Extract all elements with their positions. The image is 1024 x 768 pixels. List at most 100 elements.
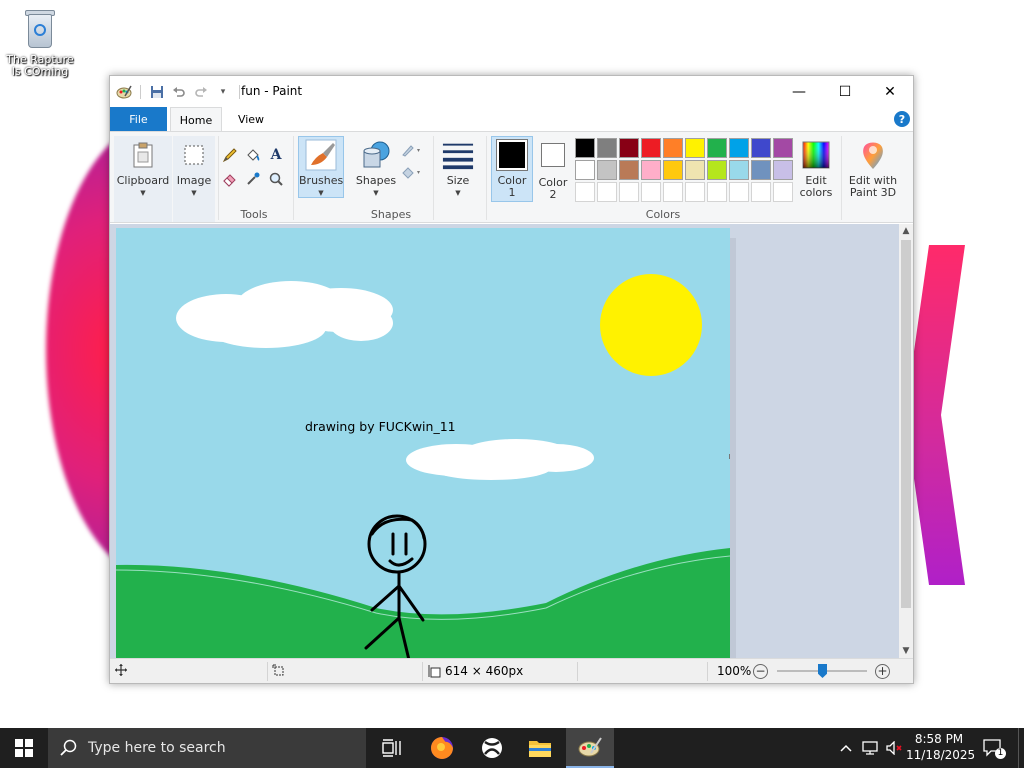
redo-icon[interactable] — [193, 84, 209, 100]
color-picker-icon[interactable] — [243, 169, 263, 189]
image-button[interactable]: Image ▼ — [173, 136, 215, 222]
palette-swatch[interactable] — [707, 160, 727, 180]
save-icon[interactable] — [149, 84, 165, 100]
taskbar-paint[interactable] — [566, 728, 614, 768]
palette-swatch[interactable] — [619, 160, 639, 180]
palette-swatch[interactable] — [575, 138, 595, 158]
palette-swatch[interactable] — [597, 138, 617, 158]
start-button[interactable] — [0, 728, 48, 768]
edit-with-paint3d-button[interactable]: Edit with Paint 3D — [846, 136, 900, 202]
palette-swatch[interactable] — [597, 160, 617, 180]
outline-icon[interactable] — [400, 140, 424, 160]
custom-color-slot[interactable] — [641, 182, 661, 202]
custom-color-slot[interactable] — [685, 182, 705, 202]
system-clock[interactable]: 8:58 PM 11/18/2025 — [906, 731, 976, 763]
ribbon-separator — [486, 136, 487, 220]
scrollbar-thumb[interactable] — [901, 240, 911, 608]
fill-bucket-icon[interactable] — [243, 145, 263, 165]
canvas-caption: drawing by FUCKwin_11 — [305, 419, 456, 434]
clock-date: 11/18/2025 — [906, 748, 976, 762]
desktop-icon-recycle-bin[interactable]: The Rapture Is COming — [2, 8, 78, 78]
custom-color-slot[interactable] — [751, 182, 771, 202]
eraser-icon[interactable] — [220, 169, 240, 189]
pencil-icon[interactable] — [220, 145, 240, 165]
minimize-button[interactable]: — — [776, 76, 822, 107]
palette-swatch[interactable] — [729, 138, 749, 158]
palette-swatch[interactable] — [729, 160, 749, 180]
palette-swatch[interactable] — [619, 138, 639, 158]
taskbar-xbox[interactable] — [468, 728, 516, 768]
tab-home[interactable]: Home — [170, 107, 222, 132]
palette-swatch[interactable] — [685, 160, 705, 180]
palette-swatch[interactable] — [773, 138, 793, 158]
notifications-button[interactable]: 1 — [978, 728, 1008, 768]
task-view-button[interactable] — [368, 728, 416, 768]
color2-button[interactable]: Color 2 — [534, 136, 572, 202]
brushes-button[interactable]: Brushes ▼ — [298, 136, 344, 198]
palette-swatch[interactable] — [663, 138, 683, 158]
zoom-in-button[interactable]: + — [875, 664, 890, 679]
help-icon[interactable]: ? — [894, 111, 910, 127]
maximize-button[interactable]: ☐ — [822, 76, 868, 107]
xbox-icon — [482, 738, 502, 758]
selection-size-icon — [272, 664, 285, 677]
undo-icon[interactable] — [171, 84, 187, 100]
palette-swatch[interactable] — [751, 138, 771, 158]
palette-swatch[interactable] — [641, 138, 661, 158]
clipboard-icon — [127, 139, 159, 171]
palette-swatch[interactable] — [663, 160, 683, 180]
taskbar-file-explorer[interactable] — [516, 728, 564, 768]
tab-view[interactable]: View — [228, 107, 274, 131]
close-button[interactable]: ✕ — [867, 76, 913, 107]
custom-color-slot[interactable] — [729, 182, 749, 202]
show-hidden-icons-button[interactable] — [836, 728, 856, 768]
network-button[interactable] — [860, 728, 882, 768]
shapes-button[interactable]: Shapes ▼ — [353, 136, 399, 198]
status-separator — [707, 662, 708, 681]
color1-button[interactable]: Color 1 — [491, 136, 533, 202]
shapes-label: Shapes — [355, 174, 397, 187]
scroll-up-icon[interactable]: ▲ — [899, 224, 913, 238]
customize-qat-icon[interactable]: ▾ — [215, 84, 231, 100]
show-desktop-button[interactable] — [1018, 728, 1024, 768]
drawing-canvas[interactable]: drawing by FUCKwin_11 — [116, 228, 730, 658]
fill-icon[interactable] — [400, 162, 424, 182]
size-button[interactable]: Size ▼ — [438, 136, 478, 198]
tools-group-label: Tools — [240, 208, 268, 221]
tab-file[interactable]: File — [110, 107, 167, 131]
custom-color-slot[interactable] — [575, 182, 595, 202]
color2-number: 2 — [549, 188, 557, 201]
color1-swatch — [496, 139, 528, 171]
palette-swatch[interactable] — [751, 160, 771, 180]
text-tool-icon[interactable]: A — [266, 145, 286, 165]
zoom-out-button[interactable]: − — [753, 664, 768, 679]
taskbar-firefox[interactable] — [418, 728, 466, 768]
volume-button[interactable] — [884, 728, 906, 768]
palette-swatch[interactable] — [685, 138, 705, 158]
palette-swatch[interactable] — [707, 138, 727, 158]
custom-color-slot[interactable] — [663, 182, 683, 202]
custom-color-slot[interactable] — [597, 182, 617, 202]
recycle-bin-icon — [23, 8, 57, 50]
color1-number: 1 — [508, 186, 516, 199]
scroll-down-icon[interactable]: ▼ — [899, 644, 913, 658]
status-bar: 614 × 460px 100% − + — [110, 658, 913, 683]
line-size-icon — [442, 139, 474, 171]
status-separator — [577, 662, 578, 681]
palette-swatch[interactable] — [773, 160, 793, 180]
zoom-slider-thumb[interactable] — [818, 664, 827, 678]
paint-app-icon — [578, 737, 602, 757]
magnifier-icon[interactable] — [266, 169, 286, 189]
vertical-scrollbar[interactable]: ▲ ▼ — [899, 224, 913, 658]
clipboard-button[interactable]: Clipboard ▼ — [114, 136, 172, 222]
palette-swatch[interactable] — [575, 160, 595, 180]
custom-color-slot[interactable] — [773, 182, 793, 202]
custom-color-slot[interactable] — [707, 182, 727, 202]
taskbar-search[interactable]: Type here to search — [48, 728, 366, 768]
palette-swatch[interactable] — [641, 160, 661, 180]
status-separator — [422, 662, 423, 681]
custom-color-slot[interactable] — [619, 182, 639, 202]
edit-colors-button[interactable]: Edit colors — [794, 136, 838, 202]
size-label: Size — [446, 174, 470, 187]
color-wheel-icon — [800, 139, 832, 171]
